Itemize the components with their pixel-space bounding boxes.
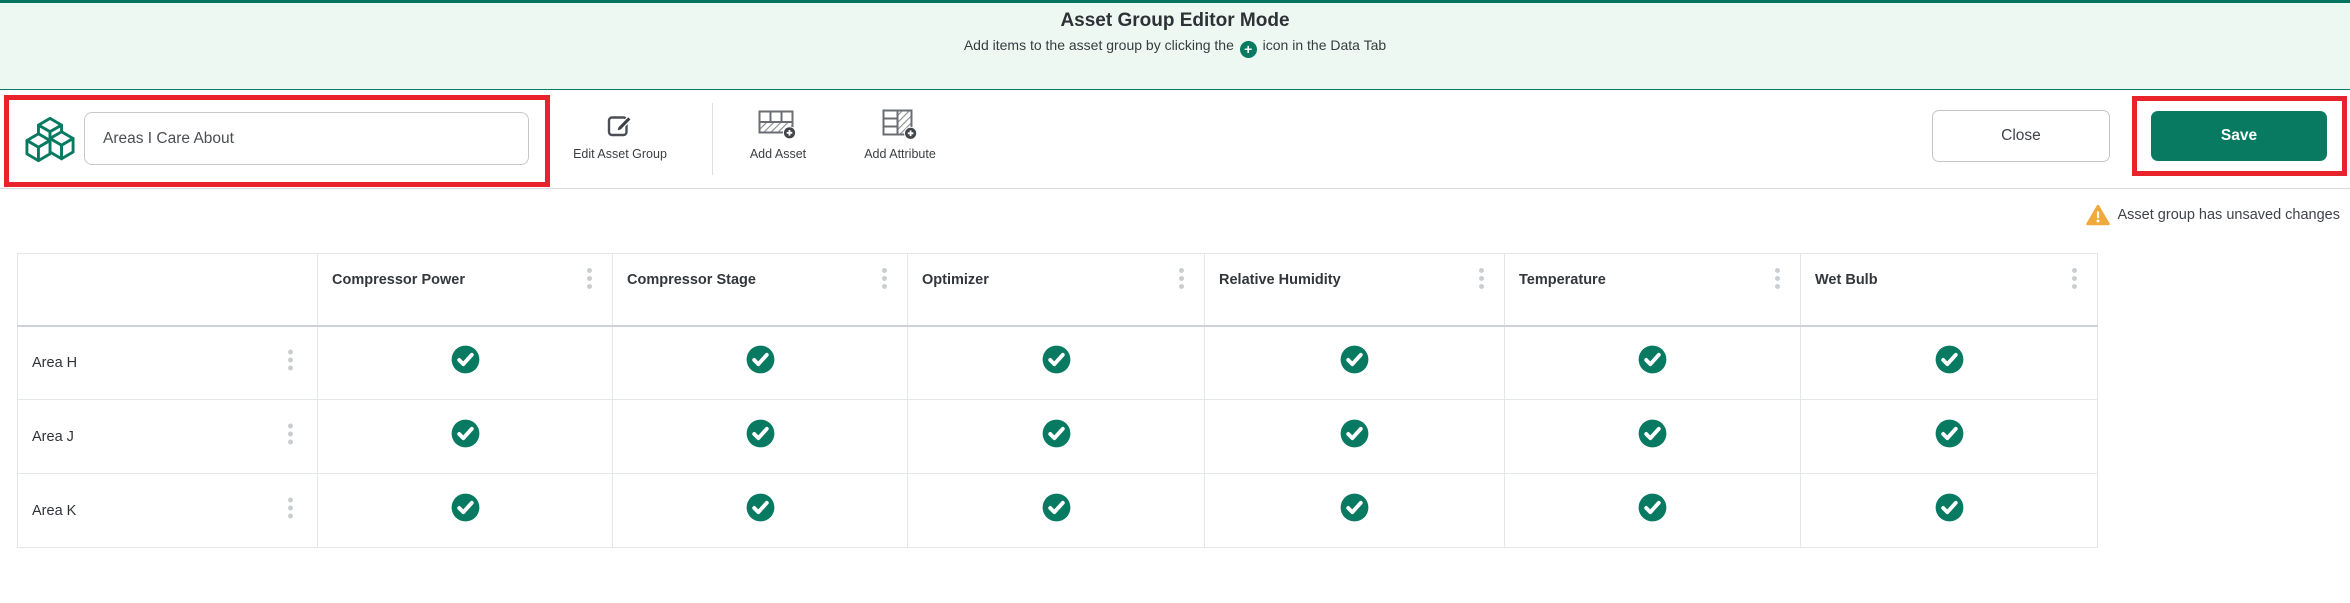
- table-header-row: Compressor Power Compressor Stage Optimize…: [18, 254, 2098, 326]
- column-header-label: Relative Humidity: [1219, 272, 1341, 288]
- row-name-cell: Area H: [18, 326, 318, 400]
- add-attribute-icon: [882, 107, 919, 141]
- row-name-label: Area J: [32, 429, 74, 445]
- check-circle-icon: [746, 354, 775, 371]
- check-circle-icon: [746, 502, 775, 519]
- banner-subtitle: Add items to the asset group by clicking…: [0, 37, 2350, 58]
- asset-group-name-input[interactable]: [84, 112, 529, 165]
- column-menu-button[interactable]: [1177, 266, 1186, 291]
- column-menu-button[interactable]: [585, 266, 594, 291]
- column-menu-button[interactable]: [1773, 266, 1782, 291]
- editor-mode-banner: Asset Group Editor Mode Add items to the…: [0, 0, 2350, 90]
- attribute-cell[interactable]: [1801, 326, 2098, 400]
- attribute-cell[interactable]: [318, 474, 613, 548]
- column-header: Wet Bulb: [1801, 254, 2098, 326]
- check-circle-icon: [1042, 354, 1071, 371]
- check-circle-icon: [1935, 428, 1964, 445]
- check-circle-icon: [1935, 502, 1964, 519]
- row-name-cell: Area J: [18, 400, 318, 474]
- corner-header-cell: [18, 254, 318, 326]
- attribute-cell[interactable]: [613, 326, 908, 400]
- column-header-label: Compressor Stage: [627, 272, 756, 288]
- column-menu-button[interactable]: [2070, 266, 2079, 291]
- table-row: Area K: [18, 474, 2098, 548]
- attribute-cell[interactable]: [1505, 400, 1801, 474]
- column-header: Temperature: [1505, 254, 1801, 326]
- attribute-cell[interactable]: [1505, 326, 1801, 400]
- toolbar-divider: [712, 103, 713, 175]
- table-body: Area H Area J Area K: [18, 326, 2098, 548]
- column-menu-button[interactable]: [880, 266, 889, 291]
- check-circle-icon: [1340, 502, 1369, 519]
- attribute-cell[interactable]: [908, 326, 1205, 400]
- table-row: Area H: [18, 326, 2098, 400]
- row-menu-button[interactable]: [286, 347, 295, 372]
- edit-icon: [607, 107, 634, 141]
- subtitle-prefix: Add items to the asset group by clicking…: [964, 37, 1238, 53]
- plus-circle-icon: +: [1240, 41, 1257, 58]
- column-header-label: Wet Bulb: [1815, 272, 1878, 288]
- check-circle-icon: [451, 502, 480, 519]
- attribute-cell[interactable]: [613, 400, 908, 474]
- attribute-cell[interactable]: [1801, 474, 2098, 548]
- unsaved-changes-warning: Asset group has unsaved changes: [2086, 204, 2340, 226]
- add-asset-label: Add Asset: [750, 147, 806, 161]
- attribute-cell[interactable]: [1205, 474, 1505, 548]
- row-name-label: Area H: [32, 355, 77, 371]
- attribute-cell[interactable]: [908, 474, 1205, 548]
- page-title: Asset Group Editor Mode: [0, 10, 2350, 32]
- attribute-cell[interactable]: [1205, 400, 1505, 474]
- check-circle-icon: [1042, 502, 1071, 519]
- check-circle-icon: [451, 428, 480, 445]
- check-circle-icon: [1638, 428, 1667, 445]
- attribute-cell[interactable]: [1205, 326, 1505, 400]
- table-row: Area J: [18, 400, 2098, 474]
- check-circle-icon: [1340, 354, 1369, 371]
- add-asset-button[interactable]: Add Asset: [723, 107, 833, 161]
- asset-group-editor-page: Asset Group Editor Mode Add items to the…: [0, 0, 2350, 603]
- column-header-label: Temperature: [1519, 272, 1606, 288]
- edit-asset-group-button[interactable]: Edit Asset Group: [553, 107, 687, 161]
- check-circle-icon: [1638, 502, 1667, 519]
- save-button[interactable]: Save: [2151, 111, 2327, 161]
- column-header: Optimizer: [908, 254, 1205, 326]
- column-menu-button[interactable]: [1477, 266, 1486, 291]
- asset-group-table: Compressor Power Compressor Stage Optimize…: [17, 253, 2098, 548]
- attribute-cell[interactable]: [1505, 474, 1801, 548]
- warning-triangle-icon: [2086, 204, 2110, 226]
- column-header-label: Optimizer: [922, 272, 989, 288]
- check-circle-icon: [451, 354, 480, 371]
- close-button[interactable]: Close: [1932, 110, 2110, 162]
- row-name-label: Area K: [32, 503, 76, 519]
- check-circle-icon: [1042, 428, 1071, 445]
- check-circle-icon: [1340, 428, 1369, 445]
- subtitle-suffix: icon in the Data Tab: [1259, 37, 1386, 53]
- column-header: Compressor Power: [318, 254, 613, 326]
- edit-asset-group-label: Edit Asset Group: [573, 147, 667, 161]
- check-circle-icon: [1935, 354, 1964, 371]
- add-asset-icon: [758, 107, 798, 141]
- column-header-label: Compressor Power: [332, 272, 465, 288]
- attribute-cell[interactable]: [613, 474, 908, 548]
- add-attribute-label: Add Attribute: [864, 147, 936, 161]
- column-header: Compressor Stage: [613, 254, 908, 326]
- toolbar: Edit Asset Group: [0, 91, 2350, 189]
- attribute-cell[interactable]: [318, 326, 613, 400]
- add-attribute-button[interactable]: Add Attribute: [840, 107, 960, 161]
- check-circle-icon: [746, 428, 775, 445]
- column-header: Relative Humidity: [1205, 254, 1505, 326]
- row-menu-button[interactable]: [286, 495, 295, 520]
- attribute-cell[interactable]: [908, 400, 1205, 474]
- attribute-cell[interactable]: [318, 400, 613, 474]
- unsaved-changes-text: Asset group has unsaved changes: [2118, 207, 2340, 223]
- check-circle-icon: [1638, 354, 1667, 371]
- attribute-cell[interactable]: [1801, 400, 2098, 474]
- asset-group-cubes-icon: [25, 116, 75, 168]
- row-name-cell: Area K: [18, 474, 318, 548]
- row-menu-button[interactable]: [286, 421, 295, 446]
